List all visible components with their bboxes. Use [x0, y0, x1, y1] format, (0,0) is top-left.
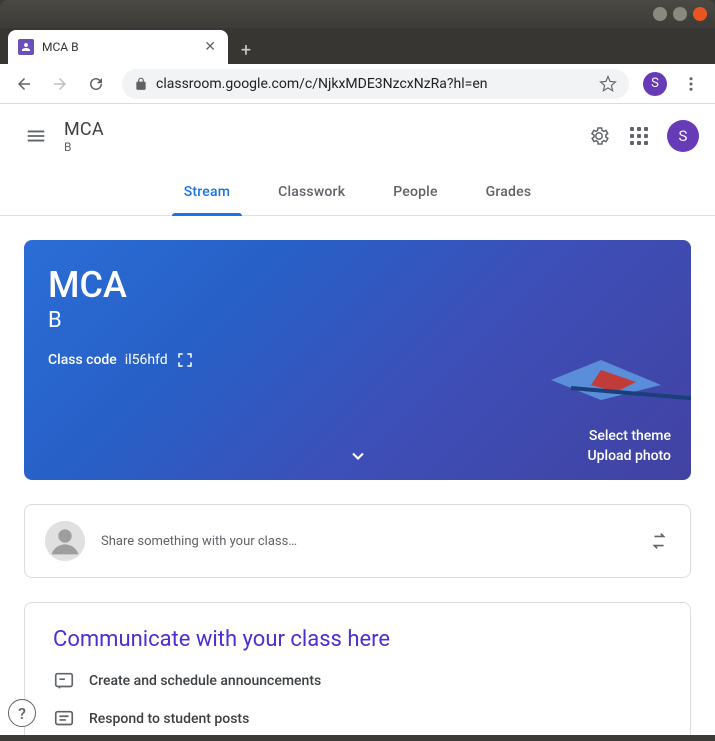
select-theme-button[interactable]: Select theme [588, 428, 672, 444]
class-section: B [64, 140, 579, 154]
browser-toolbar: classroom.google.com/c/NjkxMDE3NzcxNzRa?… [0, 64, 715, 104]
address-bar[interactable]: classroom.google.com/c/NjkxMDE3NzcxNzRa?… [122, 69, 629, 99]
forward-button[interactable] [44, 68, 76, 100]
class-banner: MCA B Class code il56hfd Select theme Up… [24, 240, 691, 480]
info-card: Communicate with your class here Create … [24, 602, 691, 735]
info-row-announce: Create and schedule announcements [53, 670, 662, 692]
class-code-label: Class code [48, 352, 117, 368]
display-code-icon[interactable] [176, 351, 194, 369]
user-avatar-icon [45, 521, 85, 561]
banner-title: MCA [48, 264, 667, 306]
url-text: classroom.google.com/c/NjkxMDE3NzcxNzRa?… [156, 76, 591, 92]
google-apps-button[interactable] [619, 116, 659, 156]
announcement-icon [53, 670, 75, 692]
bookmark-star-icon[interactable] [599, 75, 617, 93]
share-placeholder: Share something with your class… [101, 534, 632, 549]
back-button[interactable] [8, 68, 40, 100]
tab-title: MCA B [42, 40, 194, 54]
share-card[interactable]: Share something with your class… [24, 504, 691, 578]
tab-stream[interactable]: Stream [160, 168, 254, 216]
menu-button[interactable] [16, 116, 56, 156]
new-tab-button[interactable]: + [232, 36, 260, 64]
browser-menu-icon[interactable] [675, 68, 707, 100]
expand-banner-icon[interactable] [348, 446, 368, 466]
close-tab-icon[interactable]: ✕ [202, 39, 218, 55]
respond-icon [53, 708, 75, 730]
settings-button[interactable] [579, 116, 619, 156]
browser-tab[interactable]: MCA B ✕ [8, 30, 228, 64]
banner-section: B [48, 308, 667, 333]
banner-actions: Select theme Upload photo [588, 424, 672, 464]
upload-photo-button[interactable]: Upload photo [588, 448, 672, 464]
profile-avatar[interactable]: S [643, 72, 667, 96]
info-title: Communicate with your class here [53, 627, 662, 652]
tab-classwork[interactable]: Classwork [254, 168, 369, 216]
page-content: MCA B S Stream Classwork People Grades M… [0, 104, 715, 735]
window-titlebar [0, 0, 715, 28]
banner-illustration [541, 340, 691, 420]
nav-tabs: Stream Classwork People Grades [0, 168, 715, 216]
tab-grades[interactable]: Grades [462, 168, 556, 216]
account-avatar[interactable]: S [667, 120, 699, 152]
class-code-value: il56hfd [125, 352, 168, 368]
class-name: MCA [64, 119, 579, 140]
maximize-button[interactable] [673, 7, 687, 21]
info-row-respond: Respond to student posts [53, 708, 662, 730]
reload-button[interactable] [80, 68, 112, 100]
help-button[interactable]: ? [8, 699, 36, 727]
lock-icon [134, 77, 148, 91]
reuse-post-icon[interactable] [648, 530, 670, 552]
tab-favicon [18, 39, 34, 55]
browser-tabstrip: MCA B ✕ + [0, 28, 715, 64]
class-breadcrumb[interactable]: MCA B [64, 119, 579, 154]
app-header: MCA B S [0, 104, 715, 168]
close-window-button[interactable] [693, 7, 707, 21]
minimize-button[interactable] [653, 7, 667, 21]
tab-people[interactable]: People [369, 168, 461, 216]
